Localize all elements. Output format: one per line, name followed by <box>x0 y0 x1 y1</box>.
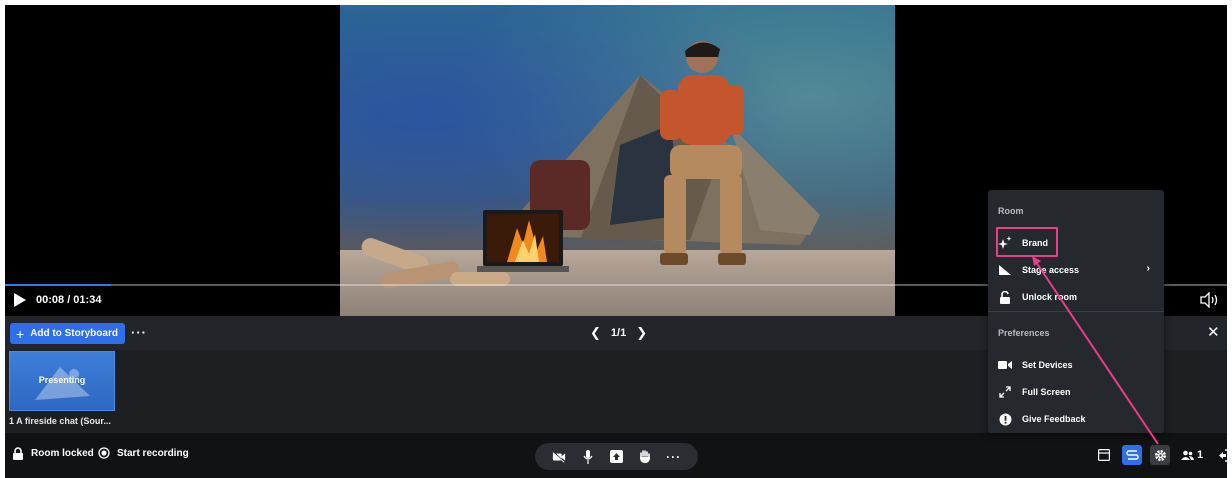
menu-item-stage-access-label: Stage access <box>1022 265 1080 275</box>
plus-icon: + <box>16 325 25 342</box>
lock-icon <box>13 447 23 460</box>
thumbnail-status: Presenting <box>38 375 86 385</box>
unlock-icon <box>998 290 1012 304</box>
participants-count: 1 <box>1196 449 1204 461</box>
camera-off-icon[interactable] <box>552 450 566 464</box>
timecode: 00:08 / 01:34 <box>36 294 102 306</box>
raise-hand-icon[interactable] <box>638 449 652 464</box>
stage-icon <box>998 263 1012 277</box>
brand-highlight-annotation <box>996 227 1058 257</box>
logs-graphic <box>361 238 510 289</box>
more-icon[interactable]: ··· <box>666 450 681 464</box>
menu-item-set-devices[interactable]: Set Devices <box>998 355 1156 375</box>
layout-icon[interactable] <box>1094 445 1114 465</box>
menu-item-full-screen-label: Full Screen <box>1022 387 1071 397</box>
participants-button[interactable]: 1 <box>1178 445 1206 465</box>
leave-icon[interactable] <box>1214 445 1227 465</box>
feedback-icon <box>998 412 1012 426</box>
video-camera-icon <box>998 358 1012 372</box>
close-icon[interactable]: ✕ <box>1207 323 1220 341</box>
thumbnail-caption: 1 A fireside chat (Sour... <box>9 416 111 426</box>
menu-item-give-feedback-label: Give Feedback <box>1022 414 1086 424</box>
record-icon <box>98 447 110 459</box>
participants-icon <box>1180 450 1194 460</box>
menu-item-set-devices-label: Set Devices <box>1022 360 1073 370</box>
video-frame <box>340 5 895 316</box>
presenter-graphic <box>660 41 746 265</box>
menu-section-preferences: Preferences <box>998 328 1050 338</box>
microphone-icon[interactable] <box>581 449 595 464</box>
add-to-storyboard-label: Add to Storyboard <box>30 328 118 339</box>
start-recording-label: Start recording <box>117 447 189 459</box>
menu-divider <box>988 311 1164 312</box>
chevron-right-icon: › <box>1146 263 1150 274</box>
chevron-right-icon[interactable]: ❯ <box>636 325 647 341</box>
menu-item-stage-access[interactable]: Stage access › <box>998 260 1156 280</box>
page-indicator: 1/1 <box>610 327 627 339</box>
share-screen-icon[interactable] <box>609 450 623 464</box>
start-recording-button[interactable]: Start recording <box>98 447 189 459</box>
menu-item-unlock-room[interactable]: Unlock room <box>998 287 1156 307</box>
menu-item-full-screen[interactable]: Full Screen <box>998 382 1156 402</box>
media-controls: ··· <box>535 443 698 470</box>
play-icon[interactable] <box>13 292 27 308</box>
room-locked-button[interactable]: Room locked <box>12 447 94 460</box>
bottom-toolbar: Room locked Start recording ··· 1 <box>5 433 1227 478</box>
room-locked-label: Room locked <box>31 448 94 459</box>
menu-section-room: Room <box>998 206 1024 216</box>
fullscreen-icon <box>998 385 1012 399</box>
gear-icon[interactable] <box>1150 445 1170 465</box>
progress-fill <box>5 284 112 286</box>
add-to-storyboard-button[interactable]: + Add to Storyboard <box>10 323 125 344</box>
menu-item-give-feedback[interactable]: Give Feedback <box>998 409 1156 429</box>
menu-item-unlock-room-label: Unlock room <box>1022 292 1078 302</box>
room-controls: 1 <box>1094 445 1227 465</box>
switch-icon[interactable] <box>1122 445 1142 465</box>
storyboard-pager: ❮ 1/1 ❯ <box>590 325 647 341</box>
volume-icon[interactable] <box>1200 292 1220 308</box>
storyboard-more-button[interactable]: ··· <box>131 325 147 340</box>
storyboard-thumbnail[interactable]: Presenting <box>9 351 115 411</box>
chevron-left-icon[interactable]: ❮ <box>590 325 601 341</box>
